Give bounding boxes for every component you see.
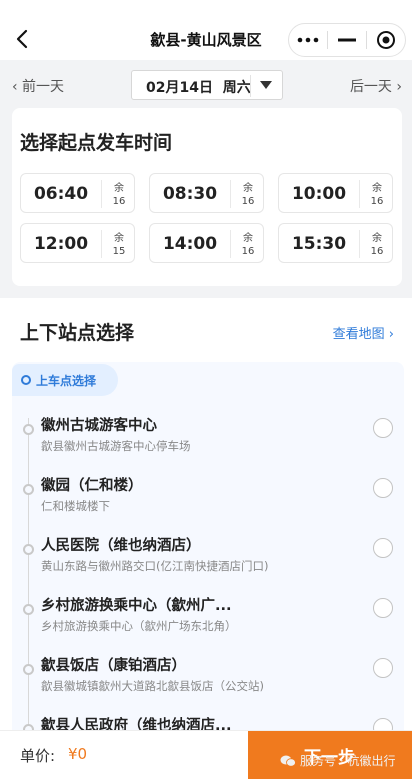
slot-time: 14:00 — [162, 234, 218, 254]
seat-label: 余 — [243, 183, 253, 194]
departure-time-card: 选择起点发车时间 06:40 余 16 08:30 余 16 10:00 余 1… — [12, 108, 402, 286]
stop-radio[interactable] — [373, 418, 393, 438]
dropdown-divider — [250, 75, 251, 97]
mini-program-capsule — [288, 23, 406, 57]
stop-dot-icon — [23, 424, 34, 435]
boarding-panel: 上车点选择 徽州古城游客中心 歙县徽州古城游客中心停车场 徽园（仁和楼） 仁和楼… — [12, 362, 404, 779]
boarding-tag-label: 上车点选择 — [36, 374, 97, 388]
time-slot[interactable]: 10:00 余 16 — [278, 173, 393, 213]
minimize-button[interactable] — [328, 24, 366, 56]
slot-time: 10:00 — [291, 184, 347, 204]
stop-dot-icon — [23, 544, 34, 555]
seat-count: 16 — [241, 246, 255, 257]
stop-item[interactable]: 歙县饭店（康铂酒店） 歙县徽城镇歙州大道路北歙县饭店（公交站) — [12, 652, 404, 708]
seat-count: 16 — [241, 196, 255, 207]
prev-day-link[interactable]: ‹ 前一天 — [12, 76, 64, 96]
slot-time: 12:00 — [33, 234, 89, 254]
seat-label: 余 — [114, 233, 124, 244]
stop-address: 歙县徽州古城游客中心停车场 — [41, 439, 191, 453]
date-value: 02月14日 周六 — [146, 77, 251, 97]
time-slot[interactable]: 14:00 余 16 — [149, 223, 264, 263]
stop-name: 乡村旅游换乘中心（歙州广... — [41, 598, 232, 614]
station-section: 上下站点选择 查看地图 › 上车点选择 徽州古城游客中心 歙县徽州古城游客中心停… — [0, 298, 412, 779]
more-menu-button[interactable] — [289, 24, 327, 56]
wechat-icon — [280, 755, 296, 767]
stop-radio[interactable] — [373, 538, 393, 558]
stop-name: 人民医院（维也纳酒店） — [41, 538, 201, 554]
stop-item[interactable]: 人民医院（维也纳酒店） 黄山东路与徽州路交口(亿江南快捷酒店门口) — [12, 532, 404, 588]
seat-count: 15 — [112, 246, 126, 257]
price-value: ¥0 — [68, 745, 88, 763]
watermark: 服务号 · 杭徽出行 — [280, 752, 395, 769]
slot-divider — [101, 180, 102, 208]
stop-item[interactable]: 乡村旅游换乘中心（歙州广... 乡村旅游换乘中心（歙州广场东北角） — [12, 592, 404, 648]
stop-address: 仁和楼城楼下 — [41, 499, 110, 513]
date: 02月14日 — [146, 80, 213, 96]
stop-name: 徽园（仁和楼） — [41, 478, 143, 494]
slot-divider — [359, 230, 360, 258]
chevron-down-icon — [260, 81, 272, 89]
view-map-link[interactable]: 查看地图 › — [333, 323, 394, 342]
date-bar: ‹ 前一天 02月14日 周六 后一天 › — [0, 60, 412, 108]
stop-item[interactable]: 徽园（仁和楼） 仁和楼城楼下 — [12, 472, 404, 528]
slot-divider — [101, 230, 102, 258]
seat-count: 16 — [112, 196, 126, 207]
stop-address: 黄山东路与徽州路交口(亿江南快捷酒店门口) — [41, 559, 269, 573]
slot-time: 15:30 — [291, 234, 347, 254]
time-slot[interactable]: 12:00 余 15 — [20, 223, 135, 263]
stop-address: 乡村旅游换乘中心（歙州广场东北角） — [41, 619, 237, 633]
date-dropdown[interactable]: 02月14日 周六 — [131, 70, 283, 100]
stop-dot-icon — [23, 664, 34, 675]
seat-label: 余 — [243, 233, 253, 244]
stop-radio[interactable] — [373, 478, 393, 498]
time-slot[interactable]: 06:40 余 16 — [20, 173, 135, 213]
weekday: 周六 — [222, 80, 251, 96]
stop-name: 歙县饭店（康铂酒店） — [41, 658, 186, 674]
stop-address: 歙县徽城镇歙州大道路北歙县饭店（公交站) — [41, 679, 264, 693]
seat-label: 余 — [372, 183, 382, 194]
boarding-tag: 上车点选择 — [12, 364, 118, 396]
more-dots-icon — [297, 37, 319, 43]
stop-radio[interactable] — [373, 598, 393, 618]
time-slot[interactable]: 15:30 余 16 — [278, 223, 393, 263]
stop-name: 徽州古城游客中心 — [41, 418, 157, 434]
stop-radio[interactable] — [373, 658, 393, 678]
slot-divider — [230, 180, 231, 208]
station-title: 上下站点选择 — [20, 322, 135, 344]
target-circle-icon — [377, 31, 395, 49]
close-program-button[interactable] — [367, 24, 405, 56]
slot-divider — [359, 180, 360, 208]
slot-time: 06:40 — [33, 184, 89, 204]
departure-title: 选择起点发车时间 — [20, 132, 173, 154]
next-day-link[interactable]: 后一天 › — [350, 76, 402, 96]
slot-time: 08:30 — [162, 184, 218, 204]
stop-dot-icon — [23, 484, 34, 495]
slot-divider — [230, 230, 231, 258]
stop-dot-icon — [23, 604, 34, 615]
seat-count: 16 — [370, 196, 384, 207]
location-dot-icon — [21, 375, 31, 385]
stop-item[interactable]: 徽州古城游客中心 歙县徽州古城游客中心停车场 — [12, 412, 404, 468]
minus-icon — [338, 38, 356, 42]
watermark-text: 服务号 · 杭徽出行 — [300, 754, 396, 768]
price-label: 单价: — [20, 747, 56, 765]
time-slot[interactable]: 08:30 余 16 — [149, 173, 264, 213]
seat-label: 余 — [372, 233, 382, 244]
seat-count: 16 — [370, 246, 384, 257]
seat-label: 余 — [114, 183, 124, 194]
